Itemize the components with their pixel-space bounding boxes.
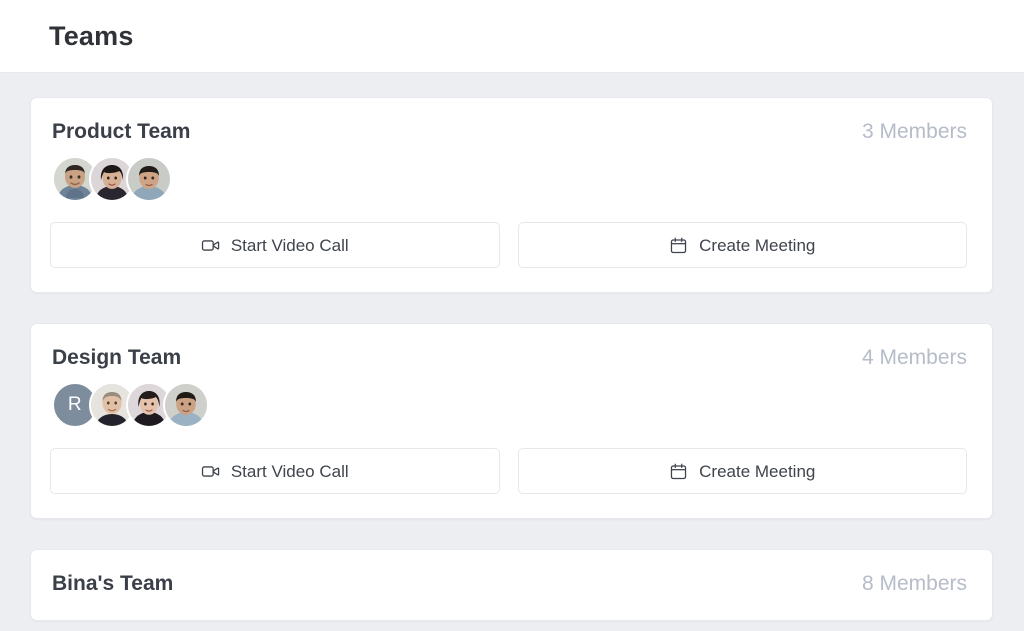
teams-page: Teams Product Team 3 Members Start Video… xyxy=(0,0,1024,631)
calendar-icon xyxy=(669,462,688,481)
team-member-count: 8 Members xyxy=(861,572,967,596)
calendar-icon xyxy=(669,236,688,255)
team-card[interactable]: Design Team 4 Members R Start Video Call… xyxy=(30,323,993,520)
action-label: Create Meeting xyxy=(699,235,816,255)
team-member-count: 3 Members xyxy=(861,120,967,143)
page-header: Teams xyxy=(0,0,1024,73)
team-card-header: Bina's Team 8 Members xyxy=(50,572,967,596)
team-card-header: Design Team 4 Members xyxy=(50,346,967,370)
team-member-count: 4 Members xyxy=(861,346,967,370)
start-video-call-button[interactable]: Start Video Call xyxy=(50,448,500,495)
action-label: Start Video Call xyxy=(230,461,349,481)
team-avatar-group xyxy=(50,156,967,203)
teams-list: Product Team 3 Members Start Video Call … xyxy=(0,73,1024,631)
team-card[interactable]: Product Team 3 Members Start Video Call … xyxy=(30,97,993,294)
page-title: Teams xyxy=(49,20,134,51)
team-avatar-group: R xyxy=(50,382,967,429)
action-label: Create Meeting xyxy=(699,461,816,481)
team-name: Bina's Team xyxy=(52,572,174,596)
team-card-header: Product Team 3 Members xyxy=(50,120,967,144)
start-video-call-button[interactable]: Start Video Call xyxy=(50,222,500,269)
video-camera-icon xyxy=(201,236,220,255)
avatar-photo[interactable] xyxy=(126,156,172,203)
create-meeting-button[interactable]: Create Meeting xyxy=(517,222,967,269)
team-name: Design Team xyxy=(52,346,182,370)
action-label: Start Video Call xyxy=(230,235,349,255)
video-camera-icon xyxy=(201,462,220,481)
team-card[interactable]: Bina's Team 8 Members xyxy=(30,549,993,622)
create-meeting-button[interactable]: Create Meeting xyxy=(517,448,967,495)
team-actions: Start Video Call Create Meeting xyxy=(50,448,967,495)
avatar-photo[interactable] xyxy=(163,382,209,429)
team-name: Product Team xyxy=(52,120,191,143)
team-actions: Start Video Call Create Meeting xyxy=(50,222,967,269)
